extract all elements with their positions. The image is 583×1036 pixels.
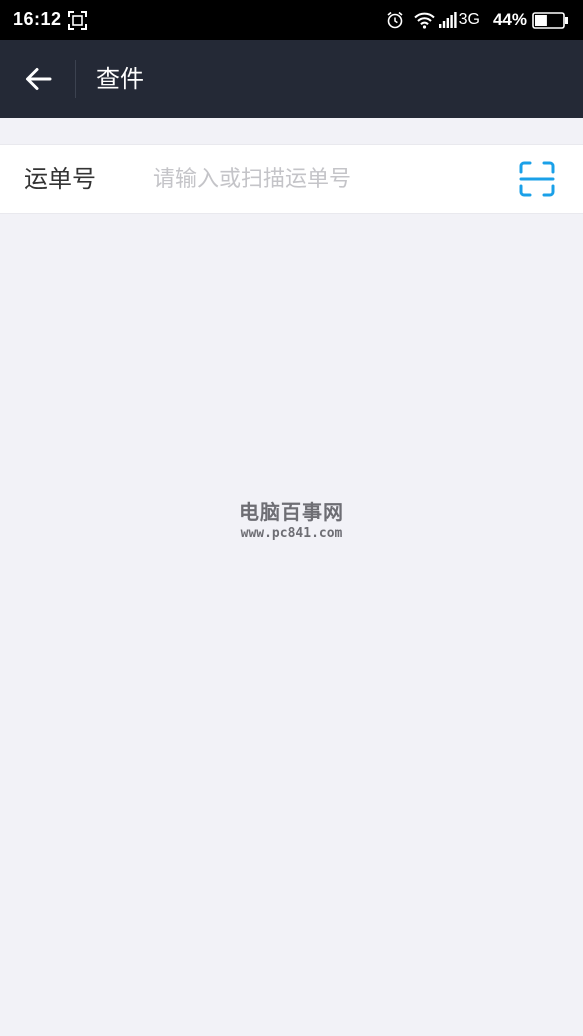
screenshot-icon: [68, 11, 87, 30]
watermark-url: www.pc841.com: [240, 526, 343, 541]
arrow-left-icon: [25, 68, 51, 90]
watermark: 电脑百事网 www.pc841.com: [0, 498, 583, 542]
battery-icon: [532, 11, 568, 29]
wifi-icon: [413, 12, 435, 29]
back-button[interactable]: [0, 40, 75, 118]
battery-percent: 44%: [492, 10, 527, 29]
watermark-title: 电脑百事网: [239, 500, 344, 524]
header-divider: [75, 60, 76, 98]
signal-icon: [438, 12, 457, 28]
waybill-label: 运单号: [24, 165, 96, 193]
alarm-icon: [387, 11, 403, 29]
app-header: 查件: [0, 40, 583, 118]
network-type: 3G: [458, 11, 480, 28]
page-title: 查件: [96, 65, 144, 93]
status-time: 16:12: [13, 9, 62, 29]
scan-frame-icon: [519, 161, 555, 197]
waybill-input[interactable]: [153, 160, 493, 198]
status-bar: 16:12 3G 44%: [0, 0, 583, 40]
waybill-row: 运单号: [0, 144, 583, 214]
scan-button[interactable]: [515, 159, 559, 199]
status-icons: 3G 44%: [386, 9, 569, 31]
